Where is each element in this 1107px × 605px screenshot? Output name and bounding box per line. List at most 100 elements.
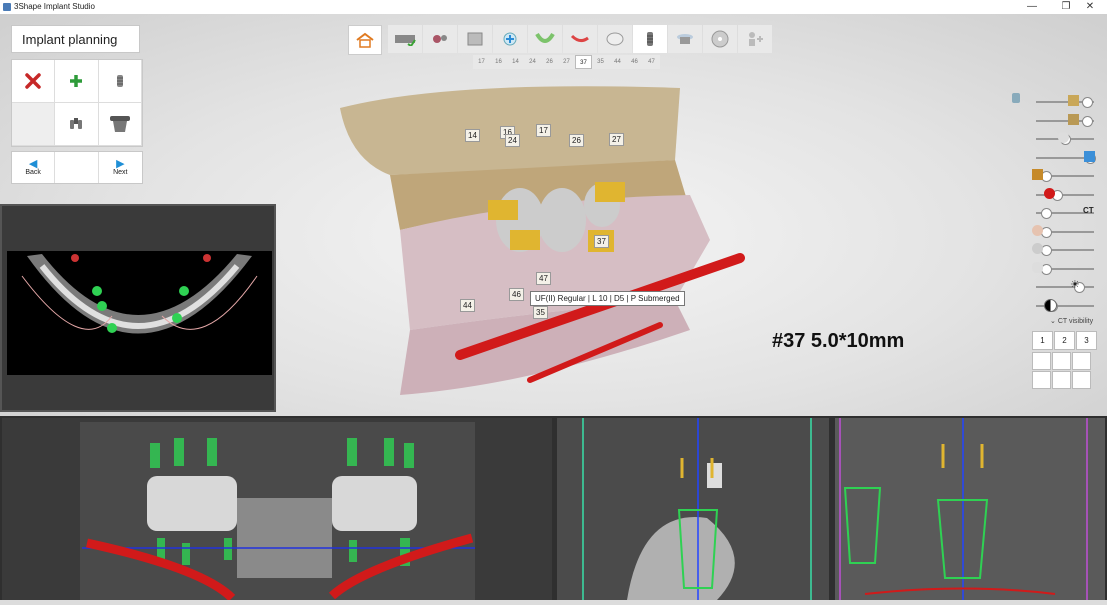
- implant-icon: [116, 75, 123, 87]
- slider-jaw[interactable]: [1010, 259, 1100, 278]
- view-cube-icon[interactable]: [1032, 352, 1051, 370]
- workflow-steps: [388, 25, 773, 53]
- tooth-tag-37[interactable]: 37: [594, 235, 609, 248]
- ct-label: CT: [1083, 206, 1094, 215]
- tooth-tag-46[interactable]: 46: [509, 288, 524, 301]
- slider-nerve[interactable]: [1010, 185, 1100, 204]
- person-icon: [749, 32, 763, 46]
- tooth-tag-17[interactable]: 17: [536, 124, 551, 137]
- tooth-tab-17[interactable]: 17: [473, 55, 490, 69]
- slider-abutment[interactable]: [1010, 166, 1100, 185]
- tooth-tab-37[interactable]: 37: [575, 55, 592, 69]
- view-cube-icon[interactable]: [1072, 371, 1091, 389]
- ct-visibility-toggle[interactable]: ⌄ CT visibility: [1050, 317, 1093, 325]
- cross-section-view[interactable]: [557, 418, 829, 600]
- ct-axial-view[interactable]: [0, 204, 276, 412]
- slider-knob: [1081, 97, 1093, 108]
- view-1-button[interactable]: 1: [1032, 331, 1053, 350]
- slider-ct[interactable]: CT: [1010, 203, 1100, 222]
- view-2-button[interactable]: 2: [1054, 331, 1075, 350]
- brightness-icon: ☀: [1070, 279, 1080, 291]
- empty-tool-slot: [12, 103, 56, 146]
- green-plus-icon: [70, 75, 83, 87]
- implant-step-icon: [647, 32, 653, 46]
- slider-implant-blue[interactable]: [1010, 148, 1100, 167]
- step-sleeve[interactable]: [668, 25, 702, 53]
- step-guide[interactable]: [563, 25, 597, 53]
- view-cube-icon[interactable]: [1052, 352, 1071, 370]
- nav-panel: ◀ Back ▶ Next: [11, 151, 143, 184]
- contrast-icon: [1044, 298, 1057, 312]
- red-x-icon: [25, 73, 41, 89]
- tooth-tag-35[interactable]: 35: [533, 306, 548, 319]
- next-button[interactable]: ▶ Next: [99, 152, 142, 183]
- implant-size-label: #37 5.0*10mm: [772, 330, 905, 352]
- panoramic-image: [80, 422, 475, 602]
- step-person[interactable]: [738, 25, 772, 53]
- tooth-tag-26[interactable]: 26: [569, 134, 584, 147]
- tangential-view[interactable]: [835, 418, 1105, 600]
- next-label: Next: [113, 169, 128, 176]
- multi-implant-button[interactable]: [55, 103, 99, 146]
- step-crown[interactable]: [598, 25, 632, 53]
- slider-brightness[interactable]: ☀: [1010, 277, 1100, 296]
- arrow-left-icon: ◀: [28, 158, 38, 170]
- crown-icon: [1058, 132, 1069, 143]
- visibility-sliders: CT ☀: [1010, 92, 1100, 314]
- view-cube-icon[interactable]: [1052, 371, 1071, 389]
- slider-knob: [1041, 226, 1053, 238]
- ct-visibility-label: CT visibility: [1057, 318, 1094, 325]
- close-button[interactable]: ✕: [1073, 0, 1107, 14]
- tooth-tab-16[interactable]: 16: [490, 55, 507, 69]
- step-scan[interactable]: [388, 25, 422, 53]
- data-icon: [433, 35, 447, 43]
- slider-upper-scan[interactable]: [1010, 92, 1100, 111]
- slider-contrast[interactable]: [1010, 296, 1100, 315]
- implant-tool-button[interactable]: [98, 60, 142, 103]
- implant-plan-icon: [503, 32, 517, 46]
- face-icon: [1032, 224, 1043, 236]
- tooth-tag-14[interactable]: 14: [465, 129, 480, 142]
- view-3-button[interactable]: 3: [1076, 331, 1097, 350]
- step-ct[interactable]: [458, 25, 492, 53]
- tangential-image: [835, 418, 1105, 600]
- slider-upper-model[interactable]: [1010, 111, 1100, 130]
- minimize-button[interactable]: —: [1015, 0, 1049, 14]
- ct-icon: [467, 32, 483, 46]
- slider-teeth[interactable]: [1010, 240, 1100, 259]
- tooth-tab-47[interactable]: 47: [643, 55, 660, 69]
- slider-face[interactable]: [1010, 222, 1100, 241]
- step-disc[interactable]: [703, 25, 737, 53]
- title-bar: 3Shape Implant Studio — ❐ ✕: [0, 0, 1107, 14]
- view-cube-icon[interactable]: [1032, 371, 1051, 389]
- tooth-tab-26[interactable]: 26: [541, 55, 558, 69]
- tooth-tab-46[interactable]: 46: [626, 55, 643, 69]
- multi-implant-icon: [70, 118, 83, 129]
- step-data[interactable]: [423, 25, 457, 53]
- tooth-tab-24[interactable]: 24: [524, 55, 541, 69]
- tooth-tag-44[interactable]: 44: [460, 299, 475, 312]
- abutment-tool-button[interactable]: [98, 103, 142, 146]
- tooth-tab-35[interactable]: 35: [592, 55, 609, 69]
- panoramic-view[interactable]: [2, 418, 552, 602]
- step-implant[interactable]: [633, 25, 667, 53]
- back-button[interactable]: ◀ Back: [12, 152, 56, 183]
- home-button[interactable]: [348, 25, 382, 55]
- slider-crown[interactable]: [1010, 129, 1100, 148]
- abutment-icon: [109, 116, 130, 132]
- crown-icon: [606, 32, 624, 46]
- view-cube-icon[interactable]: [1072, 352, 1091, 370]
- tooth-tab-44[interactable]: 44: [609, 55, 626, 69]
- back-label: Back: [25, 169, 41, 176]
- tooth-tab-14[interactable]: 14: [507, 55, 524, 69]
- step-implant-plan[interactable]: [493, 25, 527, 53]
- ct-axial-image: [7, 251, 272, 375]
- tooth-tag-24[interactable]: 24: [505, 134, 520, 147]
- add-implant-button[interactable]: [55, 60, 99, 103]
- sleeve-icon: [677, 34, 693, 44]
- tooth-tag-47[interactable]: 47: [536, 272, 551, 285]
- delete-implant-button[interactable]: [12, 60, 56, 103]
- tooth-tab-27[interactable]: 27: [558, 55, 575, 69]
- step-gum[interactable]: [528, 25, 562, 53]
- tooth-tag-27[interactable]: 27: [609, 133, 624, 146]
